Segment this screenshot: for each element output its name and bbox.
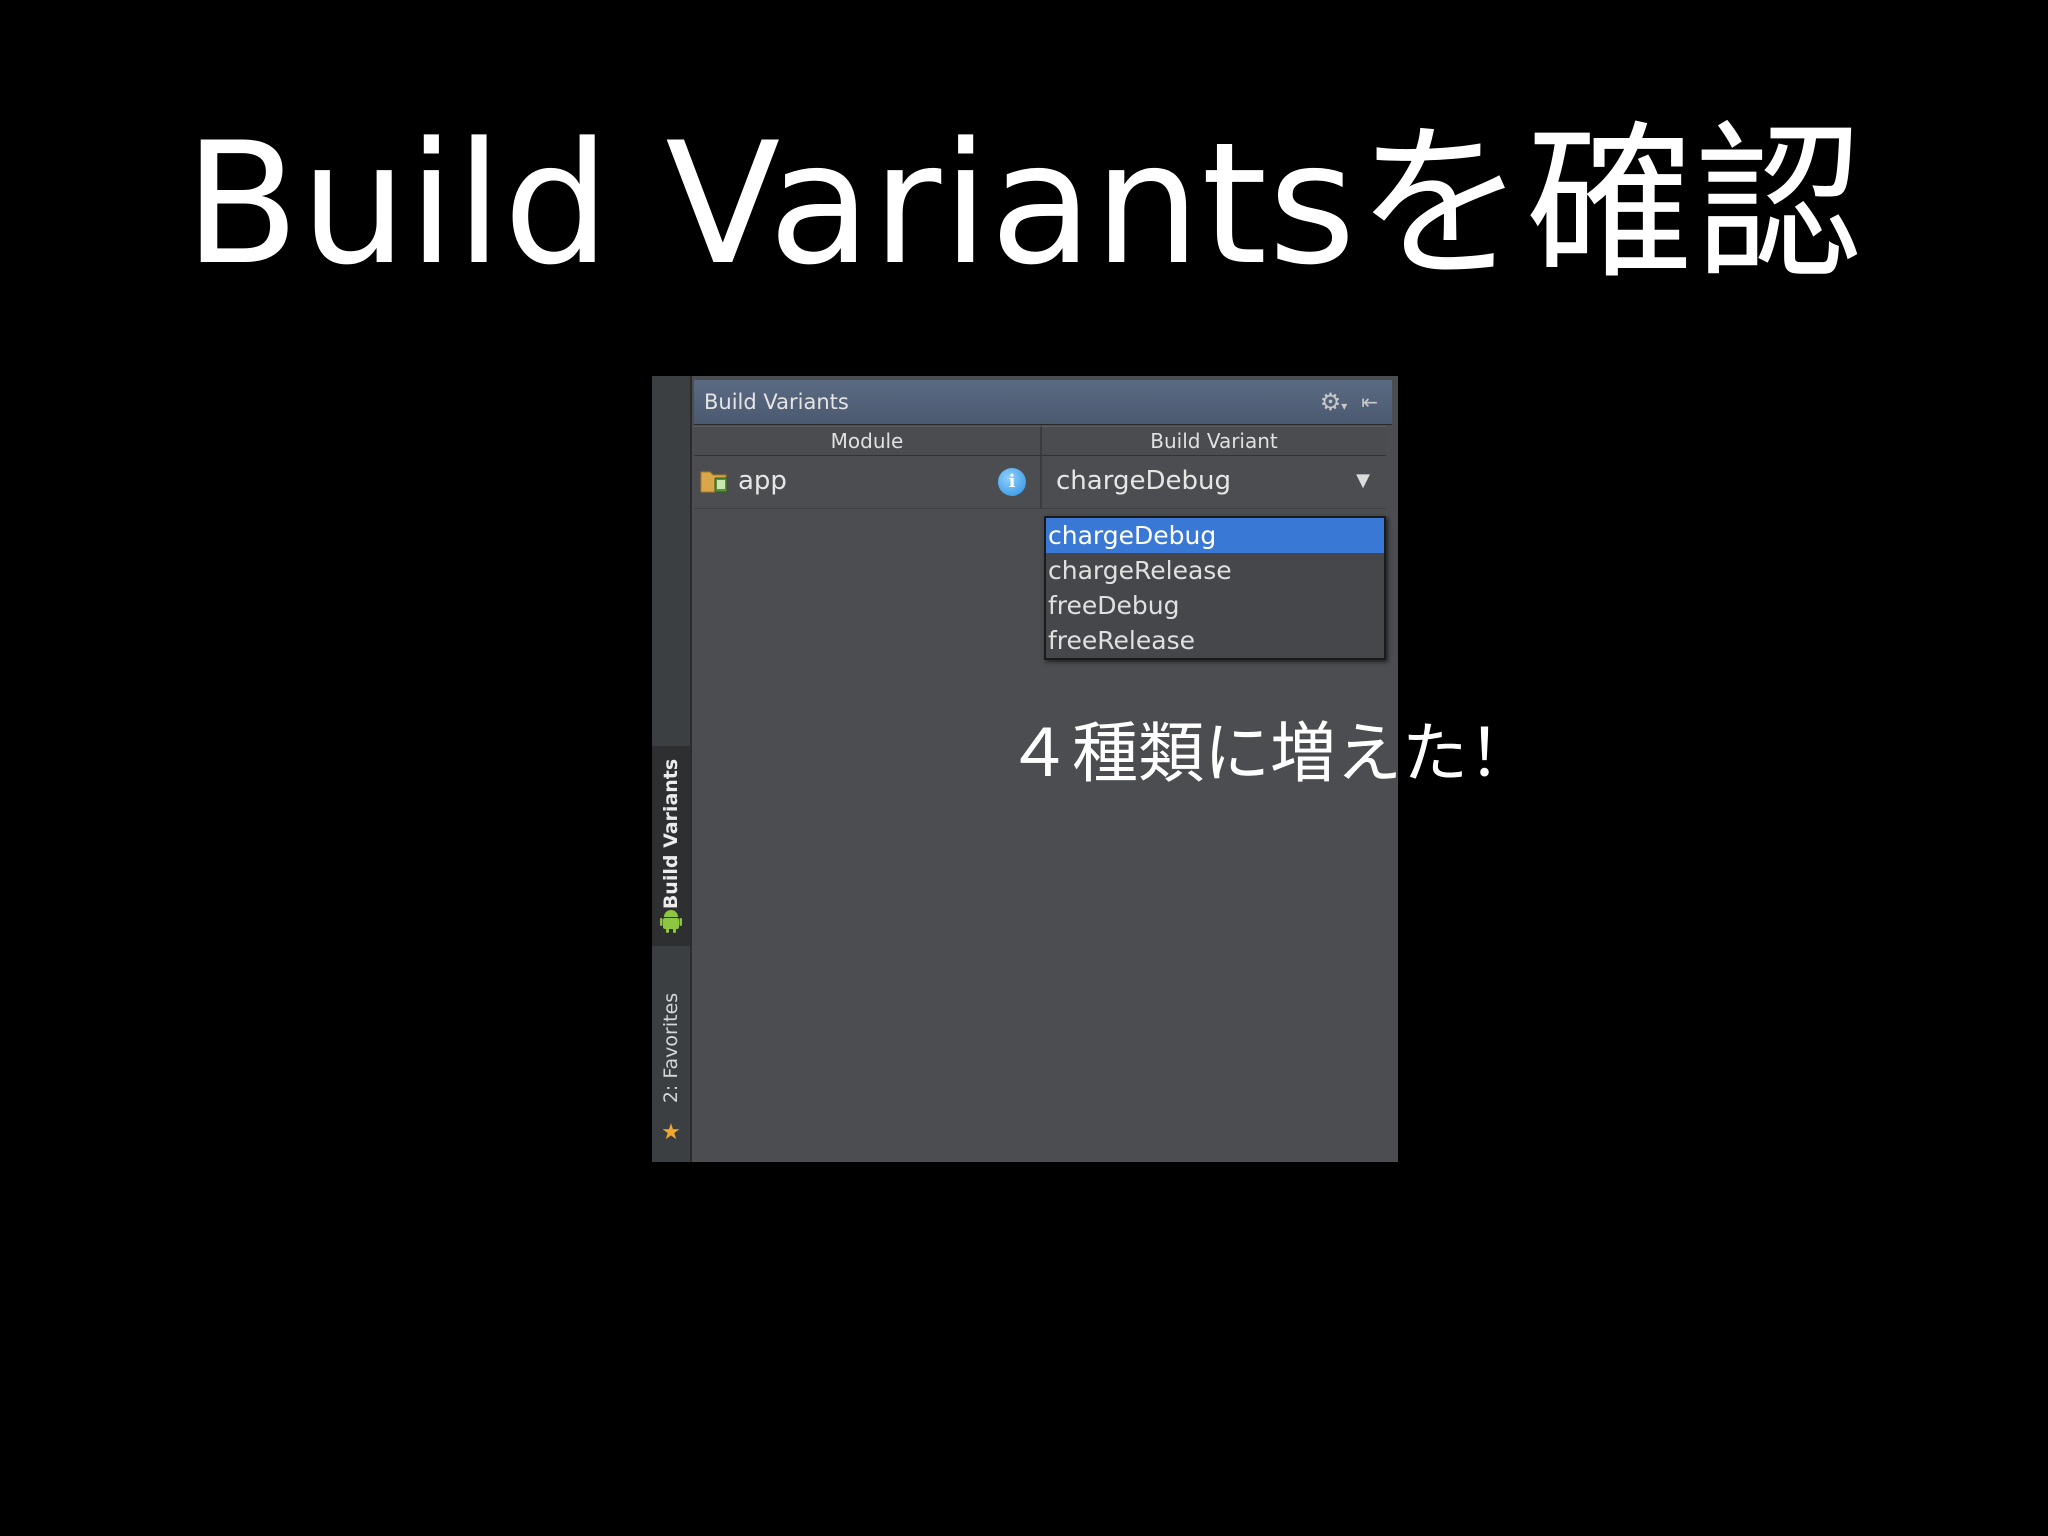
build-variant-dropdown: chargeDebug chargeRelease freeDebug free… bbox=[1044, 516, 1386, 660]
module-name: app bbox=[738, 466, 787, 496]
panel-header: Build Variants ⚙▾ ⇤ bbox=[694, 380, 1392, 425]
android-icon bbox=[660, 909, 682, 938]
table-row[interactable]: app i chargeDebug ▼ bbox=[694, 456, 1386, 509]
tab-build-variants-label: Build Variants bbox=[660, 758, 682, 910]
info-icon[interactable]: i bbox=[998, 468, 1026, 496]
column-header-module[interactable]: Module bbox=[694, 426, 1042, 456]
dropdown-option-charge-release[interactable]: chargeRelease bbox=[1046, 553, 1384, 588]
slide-title: Build Variantsを確認 bbox=[184, 106, 1864, 302]
build-variant-select[interactable]: chargeDebug ▼ bbox=[1042, 456, 1386, 508]
tab-favorites[interactable]: 2: Favorites ★ bbox=[652, 972, 690, 1152]
slide-annotation: ４種類に増えた！ bbox=[1006, 715, 1534, 792]
module-folder-icon bbox=[700, 468, 730, 494]
header-actions: ⚙▾ ⇤ bbox=[1320, 388, 1378, 416]
tab-favorites-label: 2: Favorites bbox=[660, 992, 682, 1104]
dropdown-option-charge-debug[interactable]: chargeDebug bbox=[1046, 518, 1384, 553]
tab-build-variants[interactable]: Build Variants bbox=[652, 746, 690, 946]
chevron-down-icon[interactable]: ▼ bbox=[1356, 470, 1370, 491]
gear-icon[interactable]: ⚙▾ bbox=[1320, 388, 1348, 416]
build-variant-value: chargeDebug bbox=[1056, 466, 1231, 496]
dropdown-option-free-release[interactable]: freeRelease bbox=[1046, 623, 1384, 658]
column-header-build-variant[interactable]: Build Variant bbox=[1042, 426, 1386, 456]
tool-window-strip: Build Variants 2: Favorites ★ bbox=[652, 376, 692, 1162]
module-cell[interactable]: app i bbox=[694, 456, 1042, 508]
star-icon: ★ bbox=[661, 1120, 681, 1145]
panel-title: Build Variants bbox=[704, 390, 849, 414]
hide-panel-icon[interactable]: ⇤ bbox=[1361, 390, 1378, 414]
dropdown-option-free-debug[interactable]: freeDebug bbox=[1046, 588, 1384, 623]
